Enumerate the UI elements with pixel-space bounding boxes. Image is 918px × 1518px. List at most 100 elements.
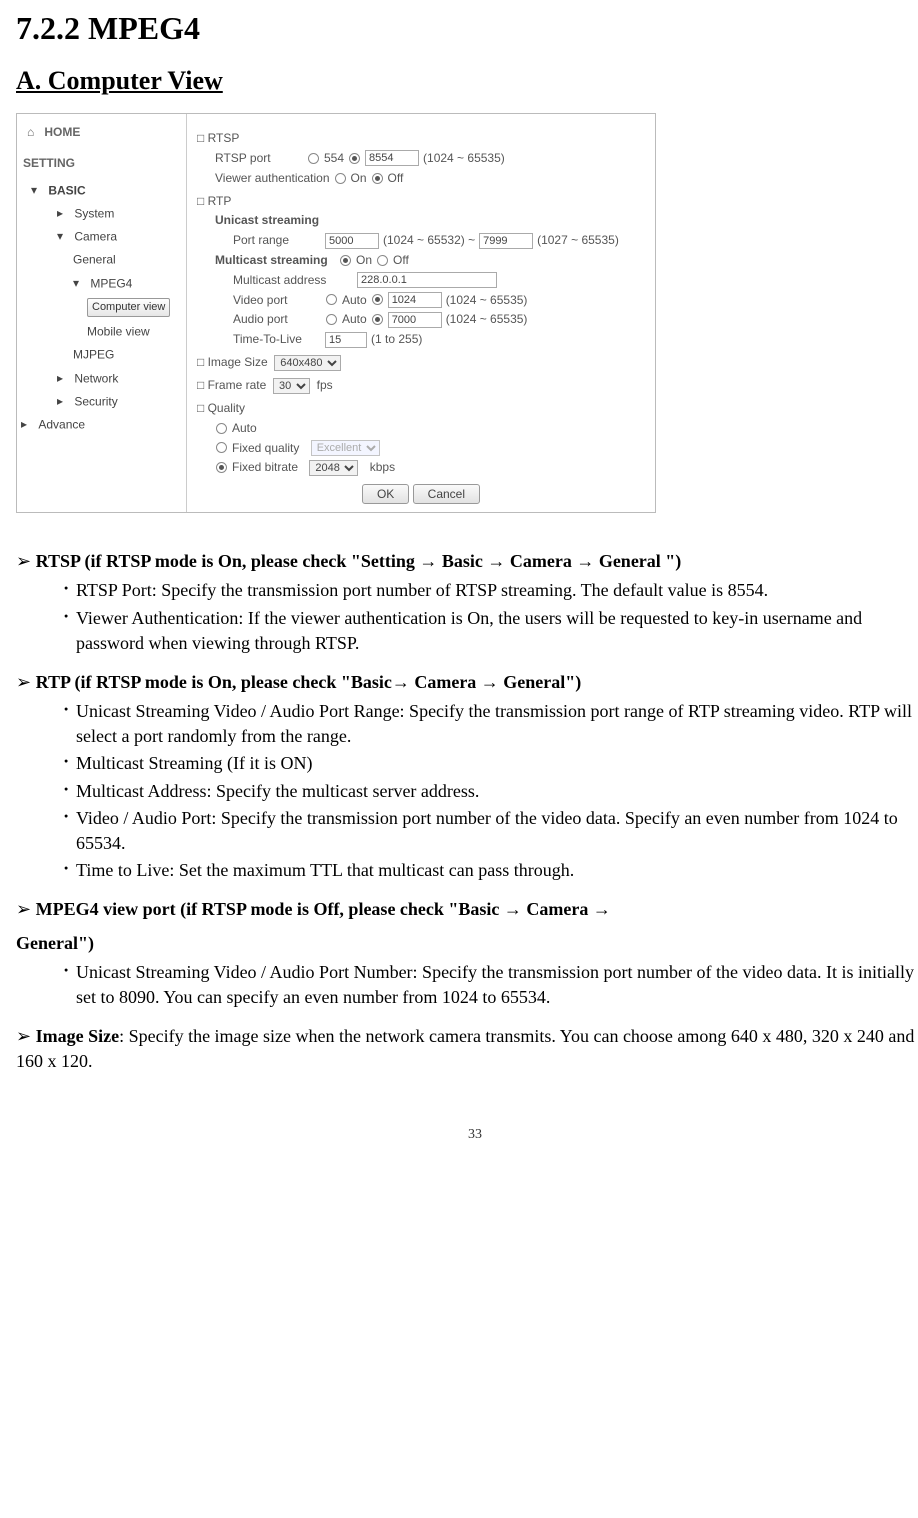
rtsp-header: RTSP: [197, 130, 645, 147]
rtp-bullet-1: Unicast Streaming Video / Audio Port Ran…: [64, 699, 918, 749]
video-port-custom-radio[interactable]: [372, 294, 383, 305]
ttl-input[interactable]: [325, 332, 367, 348]
video-port-hint: (1024 ~ 65535): [446, 292, 528, 309]
audio-port-input[interactable]: [388, 312, 442, 328]
nav-setting-header: SETTING: [23, 155, 182, 172]
multicast-on-label: On: [356, 252, 372, 269]
quality-auto-label: Auto: [232, 420, 257, 437]
page-icon: ▸: [21, 416, 35, 433]
viewer-auth-label: Viewer authentication: [215, 170, 330, 187]
nav-home[interactable]: ⌂ HOME: [27, 124, 182, 141]
port-range-row: Port range (1024 ~ 65532) ~ (1027 ~ 6553…: [233, 232, 645, 249]
frame-rate-row: Frame rate 30 fps: [197, 377, 645, 394]
button-row: OK Cancel: [197, 484, 645, 504]
audio-port-row: Audio port Auto (1024 ~ 65535): [233, 311, 645, 328]
frame-rate-suffix: fps: [317, 378, 333, 392]
mpeg4viewport-section: MPEG4 view port (if RTSP mode is Off, pl…: [16, 897, 918, 1010]
mpeg4viewport-head-a: MPEG4 view port (if RTSP mode is Off, pl…: [16, 897, 918, 922]
frame-rate-label: Frame rate: [208, 378, 267, 392]
nav-mjpeg[interactable]: MJPEG: [73, 346, 182, 363]
mpeg4viewport-head-b: General"): [16, 931, 918, 956]
rtsp-port-row: RTSP port 554 (1024 ~ 65535): [215, 150, 645, 167]
page-icon: ▸: [57, 205, 71, 222]
rtsp-port-input[interactable]: [365, 150, 419, 166]
quality-auto-row: Auto: [215, 420, 645, 437]
quality-auto-radio[interactable]: [216, 423, 227, 434]
frame-rate-select[interactable]: 30: [273, 378, 310, 394]
nav-mobile-view[interactable]: Mobile view: [87, 323, 182, 340]
quality-fixedb-label: Fixed bitrate: [232, 459, 298, 476]
image-size-head: Image Size: [16, 1026, 119, 1046]
quality-fixedq-row: Fixed quality Excellent: [215, 440, 645, 457]
rtsp-bullet-2: Viewer Authentication: If the viewer aut…: [64, 606, 918, 656]
ok-button[interactable]: OK: [362, 484, 409, 504]
page-icon: ▾: [73, 275, 87, 292]
image-size-row: Image Size 640x480: [197, 354, 645, 371]
audio-port-auto-label: Auto: [342, 311, 367, 328]
multicast-addr-input[interactable]: [357, 272, 497, 288]
port-range-label: Port range: [233, 232, 321, 249]
page-number: 33: [16, 1125, 918, 1145]
multicast-on-radio[interactable]: [340, 255, 351, 266]
quality-header: Quality: [197, 400, 645, 417]
quality-fixedq-select: Excellent: [311, 440, 380, 456]
nav-general[interactable]: General: [73, 251, 182, 268]
quality-fixedq-radio[interactable]: [216, 442, 227, 453]
nav-basic[interactable]: ▾ BASIC: [31, 182, 182, 199]
audio-port-label: Audio port: [233, 311, 321, 328]
multicast-off-radio[interactable]: [377, 255, 388, 266]
rtsp-port-554-radio[interactable]: [308, 153, 319, 164]
quality-fixedb-suffix: kbps: [370, 459, 395, 476]
rtp-bullet-2: Multicast Streaming (If it is ON): [64, 751, 918, 776]
audio-port-hint: (1024 ~ 65535): [446, 311, 528, 328]
multicast-label: Multicast streaming: [215, 252, 335, 269]
port-range-to-hint: (1027 ~ 65535): [537, 232, 619, 249]
video-port-auto-radio[interactable]: [326, 294, 337, 305]
rtp-section: RTP (if RTSP mode is On, please check "B…: [16, 670, 918, 884]
folder-icon: ▾: [31, 182, 45, 199]
quality-fixedb-select[interactable]: 2048: [309, 460, 358, 476]
image-size-select[interactable]: 640x480: [274, 355, 341, 371]
quality-fixedb-radio[interactable]: [216, 462, 227, 473]
video-port-auto-label: Auto: [342, 292, 367, 309]
rtp-bullet-5: Time to Live: Set the maximum TTL that m…: [64, 858, 918, 883]
rtsp-section-head: RTSP (if RTSP mode is On, please check "…: [16, 549, 918, 574]
video-port-input[interactable]: [388, 292, 442, 308]
multicast-addr-label: Multicast address: [233, 272, 353, 289]
ttl-row: Time-To-Live (1 to 255): [233, 331, 645, 348]
cancel-button[interactable]: Cancel: [413, 484, 480, 504]
page-title: 7.2.2 MPEG4: [16, 6, 918, 51]
viewer-auth-on-radio[interactable]: [335, 173, 346, 184]
quality-fixedq-label: Fixed quality: [232, 440, 299, 457]
image-size-label: Image Size: [208, 355, 268, 369]
port-range-from-input[interactable]: [325, 233, 379, 249]
ttl-label: Time-To-Live: [233, 331, 321, 348]
viewer-auth-off-radio[interactable]: [372, 173, 383, 184]
unicast-label: Unicast streaming: [215, 212, 645, 229]
quality-fixedb-row: Fixed bitrate 2048 kbps: [215, 459, 645, 476]
nav-camera[interactable]: ▾ Camera: [57, 228, 182, 245]
nav-system[interactable]: ▸ System: [57, 205, 182, 222]
rtp-bullet-3: Multicast Address: Specify the multicast…: [64, 779, 918, 804]
nav-mpeg4[interactable]: ▾ MPEG4: [73, 275, 182, 292]
nav-advance[interactable]: ▸ Advance: [21, 416, 182, 433]
multicast-off-label: Off: [393, 252, 409, 269]
rtp-header: RTP: [197, 193, 645, 210]
viewer-auth-off-label: Off: [388, 170, 404, 187]
nav-computer-view[interactable]: Computer view: [87, 298, 182, 317]
settings-pane: RTSP RTSP port 554 (1024 ~ 65535) Viewer…: [187, 114, 655, 512]
page-icon: ▸: [57, 393, 71, 410]
nav-security[interactable]: ▸ Security: [57, 393, 182, 410]
port-range-to-input[interactable]: [479, 233, 533, 249]
audio-port-auto-radio[interactable]: [326, 314, 337, 325]
viewer-auth-row: Viewer authentication On Off: [215, 170, 645, 187]
home-icon: ⌂: [27, 124, 41, 141]
audio-port-custom-radio[interactable]: [372, 314, 383, 325]
rtsp-port-custom-radio[interactable]: [349, 153, 360, 164]
nav-network[interactable]: ▸ Network: [57, 370, 182, 387]
multicast-addr-row: Multicast address: [233, 272, 645, 289]
rtsp-section: RTSP (if RTSP mode is On, please check "…: [16, 549, 918, 656]
rtsp-port-label: RTSP port: [215, 150, 303, 167]
page-icon: ▾: [57, 228, 71, 245]
admin-screenshot: ⌂ HOME SETTING ▾ BASIC ▸ System ▾ Camera…: [16, 113, 656, 513]
